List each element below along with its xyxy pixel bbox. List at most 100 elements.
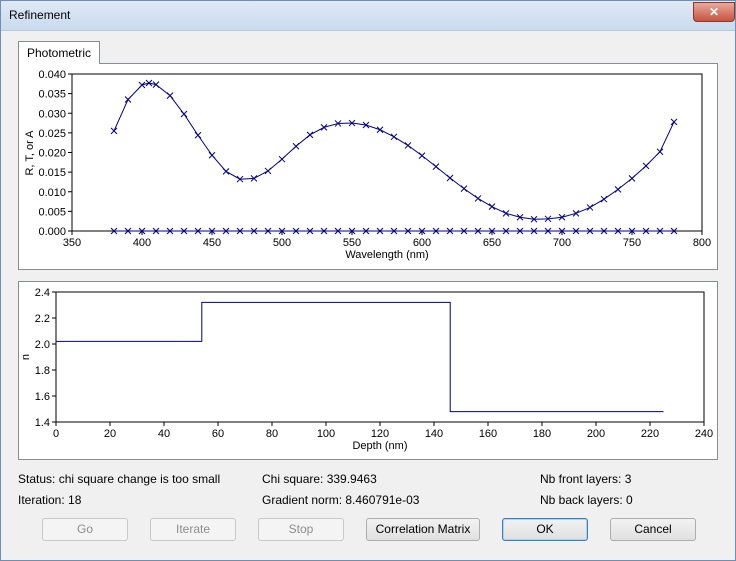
data-point-marker — [264, 167, 272, 175]
plot-frame — [55, 291, 705, 423]
gradient-norm-text: Gradient norm: 8.460791e-03 — [262, 493, 420, 507]
y-tick-label: 1.4 — [35, 417, 50, 429]
x-tick-label: 500 — [273, 237, 291, 249]
x-axis-label: Wavelength (nm) — [345, 249, 428, 261]
series-line — [113, 82, 675, 220]
x-tick-label: 80 — [266, 428, 278, 440]
x-tick-label: 60 — [212, 428, 224, 440]
data-point-marker — [418, 152, 426, 159]
x-tick-label: 600 — [413, 237, 431, 249]
data-point-marker — [586, 204, 594, 211]
x-tick-label: 200 — [587, 428, 605, 440]
x-tick-label: 400 — [133, 237, 151, 249]
data-point-marker — [306, 131, 314, 139]
x-tick-label: 20 — [104, 428, 116, 440]
x-axis-label: Depth (nm) — [352, 440, 407, 452]
y-tick-label: 2.4 — [35, 287, 50, 299]
data-point-marker — [194, 131, 202, 139]
refinement-window: Refinement ✕ Photometric 350 400 450 500 550… — [0, 0, 736, 561]
x-tick-label: 180 — [533, 428, 551, 440]
nb-front-layers-text: Nb front layers: 3 — [540, 472, 632, 486]
iterate-button[interactable]: Iterate — [150, 518, 236, 541]
y-tick-label: 0.000 — [38, 226, 66, 238]
close-button[interactable]: ✕ — [693, 2, 735, 22]
cancel-button[interactable]: Cancel — [610, 518, 696, 541]
x-tick-label: 800 — [693, 237, 711, 249]
x-tick-label: 240 — [695, 428, 713, 440]
title-bar[interactable]: Refinement ✕ — [1, 1, 735, 31]
data-point-marker — [670, 118, 678, 126]
y-tick-label: 0.010 — [38, 187, 66, 199]
dialog-client: Photometric 350 400 450 500 550 600 650 700 750 8… — [1, 31, 735, 560]
data-point-marker — [460, 185, 468, 192]
series-line — [56, 301, 664, 413]
y-tick-label: 0.040 — [38, 69, 66, 81]
index-profile-chart: 0 20 40 60 80 100 120 140 160 180 200 220 240 1.4 1.6 1… — [20, 287, 713, 452]
y-tick-label: 2.0 — [35, 339, 50, 351]
data-point-marker — [628, 175, 636, 182]
data-point-marker — [600, 195, 608, 203]
data-point-marker — [180, 110, 188, 118]
y-tick-label: 0.030 — [38, 108, 66, 120]
x-tick-label: 140 — [425, 428, 443, 440]
plot-frame — [71, 73, 703, 232]
data-point-marker — [474, 195, 482, 202]
x-tick-label: 0 — [53, 428, 59, 440]
x-tick-label: 650 — [483, 237, 501, 249]
chi-square-text: Chi square: 339.9463 — [262, 472, 377, 486]
correlation-matrix-button[interactable]: Correlation Matrix — [366, 518, 480, 541]
go-button[interactable]: Go — [42, 518, 128, 541]
iteration-text: Iteration: 18 — [18, 493, 82, 507]
y-tick-label: 2.2 — [35, 313, 50, 325]
data-point-marker — [390, 133, 398, 141]
window-title: Refinement — [9, 8, 71, 22]
y-tick-label: 0.020 — [38, 148, 66, 160]
x-tick-label: 550 — [343, 237, 361, 249]
data-point-marker — [278, 155, 286, 163]
x-tick-label: 700 — [553, 237, 571, 249]
y-tick-label: 0.005 — [38, 206, 66, 218]
data-point-marker — [292, 142, 300, 150]
data-point-marker — [124, 96, 132, 103]
y-tick-label: 1.8 — [35, 365, 50, 377]
y-axis-label: n — [20, 354, 32, 360]
stop-button[interactable]: Stop — [258, 518, 344, 541]
x-tick-label: 750 — [623, 237, 641, 249]
x-tick-label: 100 — [317, 428, 335, 440]
y-tick-label: 0.035 — [38, 89, 66, 101]
data-point-marker — [642, 162, 650, 170]
data-point-marker — [446, 174, 454, 182]
x-tick-label: 350 — [63, 237, 81, 249]
x-tick-label: 120 — [371, 428, 389, 440]
data-point-marker — [376, 126, 384, 134]
x-tick-label: 220 — [641, 428, 659, 440]
data-point-marker — [572, 209, 580, 217]
data-point-marker — [404, 142, 412, 149]
data-point-marker — [488, 203, 496, 211]
data-point-marker — [614, 186, 622, 193]
photometric-chart: 350 400 450 500 550 600 650 700 750 800 0.000 0.005… — [24, 69, 711, 261]
tab-photometric-label: Photometric — [27, 46, 92, 60]
tab-photometric[interactable]: Photometric — [18, 41, 100, 64]
nb-back-layers-text: Nb back layers: 0 — [540, 493, 633, 507]
data-point-marker — [320, 124, 328, 131]
x-tick-label: 40 — [158, 428, 170, 440]
x-tick-label: 160 — [479, 428, 497, 440]
y-tick-label: 1.6 — [35, 391, 50, 403]
data-point-marker — [208, 151, 216, 159]
photometric-panel: 350 400 450 500 550 600 650 700 750 800 0.000 0.005… — [18, 63, 718, 270]
data-point-marker — [656, 148, 664, 156]
data-point-marker — [222, 167, 230, 175]
data-point-marker — [502, 209, 510, 217]
data-point-marker — [110, 127, 118, 135]
index-profile-panel: 0 20 40 60 80 100 120 140 160 180 200 220 240 1.4 1.6 1… — [18, 281, 718, 460]
x-tick-label: 450 — [203, 237, 221, 249]
data-point-marker — [138, 81, 146, 89]
ok-button[interactable]: OK — [502, 518, 588, 541]
y-axis-label: R, T, or A — [24, 130, 36, 176]
y-tick-label: 0.015 — [38, 167, 66, 179]
data-point-marker — [166, 92, 174, 99]
y-tick-label: 0.025 — [38, 128, 66, 140]
status-text: Status: chi square change is too small — [18, 472, 221, 486]
data-point-marker — [432, 163, 440, 170]
